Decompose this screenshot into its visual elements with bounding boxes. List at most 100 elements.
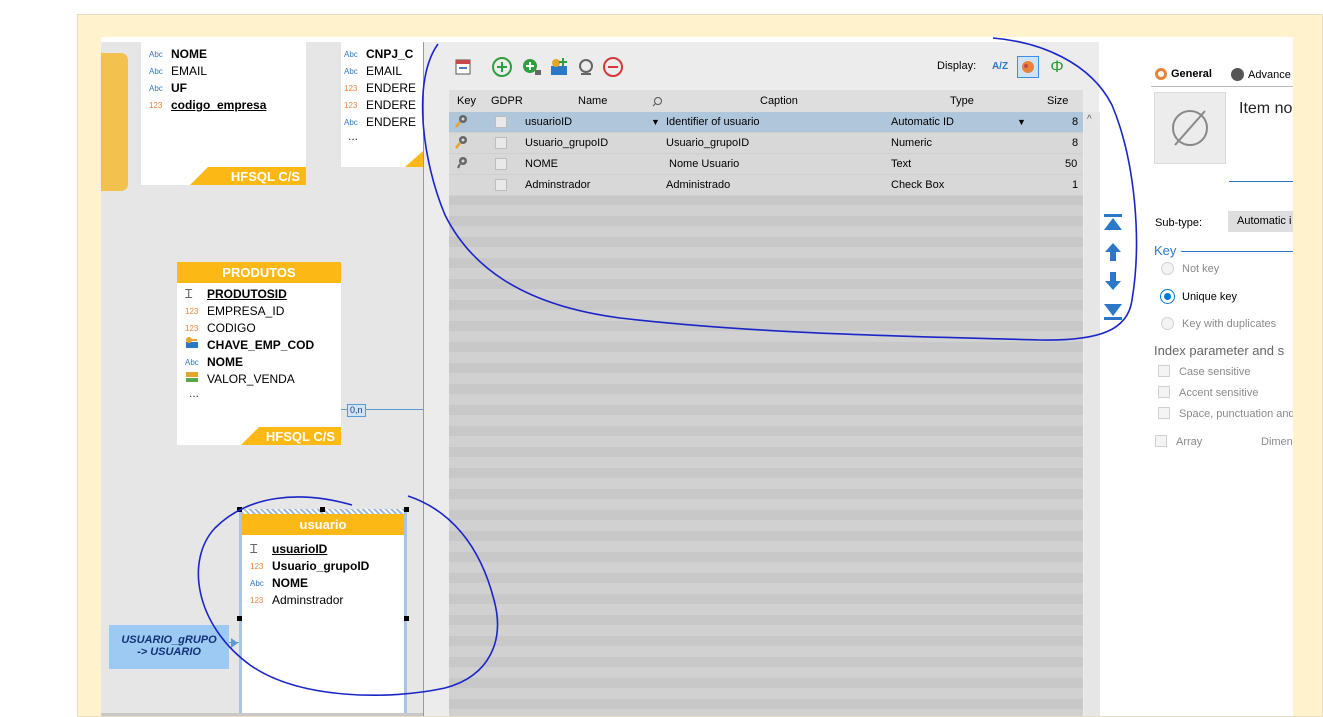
array-checkbox[interactable] [1155,435,1167,447]
move-first-icon[interactable] [1102,212,1124,234]
gdpr-checkbox[interactable] [495,137,507,149]
field-row[interactable]: 123 ENDERE [344,80,423,97]
cell-name[interactable]: Adminstrador [525,179,590,191]
move-down-icon[interactable] [1102,270,1124,292]
text-type-icon: Abc [344,50,358,59]
cell-caption[interactable]: Identifier of usuario [666,116,760,128]
table-empresa[interactable]: Abc NOME Abc EMAIL Abc UF 123 codigo_empresa… [141,42,306,185]
field-row[interactable]: Abc NOME [250,575,404,592]
horizontal-scrollbar[interactable] [101,713,423,716]
analysis-diagram[interactable]: Abc NOME Abc EMAIL Abc UF 123 codigo_empresa… [101,42,423,716]
cell-type[interactable]: Check Box [891,179,944,191]
field-row[interactable]: 123 Usuario_grupoID [250,558,404,575]
selection-handle[interactable] [320,507,325,512]
field-row[interactable]: Abc EMAIL [344,63,423,80]
add-key-icon[interactable] [548,56,570,78]
gdpr-checkbox[interactable] [495,179,507,191]
gdpr-checkbox[interactable] [495,158,507,170]
tab-general[interactable]: General [1155,68,1212,80]
cell-size[interactable]: 50 [1065,158,1077,170]
radio-key-duplicates[interactable] [1161,317,1174,330]
column-header-size[interactable]: Size [1047,95,1068,107]
cell-size[interactable]: 8 [1072,137,1078,149]
gdpr-checkbox[interactable] [495,116,507,128]
cell-name[interactable]: NOME [525,158,558,170]
cell-size[interactable]: 1 [1072,179,1078,191]
table-row[interactable]: NOME Nome Usuario Text 50 [449,154,1083,175]
cell-name[interactable]: Usuario_grupoID [525,137,608,149]
field-row[interactable]: 123 ENDERE [344,97,423,114]
tab-underline [1151,86,1293,87]
field-row[interactable]: 123 codigo_empresa [149,97,306,114]
field-row[interactable]: 123 CODIGO [185,320,341,337]
tab-advanced[interactable]: Advance [1231,68,1291,81]
field-row[interactable]: Abc NOME [185,354,341,371]
cell-type[interactable]: Automatic ID [891,116,954,128]
db-type-label: HFSQL C/S [230,169,300,184]
search-icon[interactable] [652,96,663,110]
checkbox-label: Accent sensitive [1179,387,1259,399]
chevron-down-icon[interactable]: ▼ [651,117,660,127]
text-type-icon: Abc [344,67,358,76]
subtype-select[interactable]: Automatic i [1228,211,1293,232]
add-items-icon[interactable] [521,56,543,78]
radio-label: Key with duplicates [1182,318,1277,330]
scroll-up-icon[interactable]: ^ [1087,114,1092,125]
remove-item-icon[interactable] [602,56,624,78]
grid-scrollbar[interactable]: ^ [1084,112,1100,716]
cell-type[interactable]: Numeric [891,137,932,149]
table-cliente[interactable]: Abc CNPJ_C Abc EMAIL 123 ENDERE 123 ENDERE A… [341,42,423,167]
selection-handle[interactable] [237,507,242,512]
move-up-icon[interactable] [1102,241,1124,263]
field-row[interactable]: Abc EMAIL [149,63,306,80]
field-row[interactable]: Abc CNPJ_C [344,46,423,63]
radio-not-key[interactable] [1161,262,1174,275]
field-row[interactable]: ᏆusuarioID [250,541,404,558]
cardinality-badge[interactable]: 0,n [347,404,366,417]
cell-caption[interactable]: Nome Usuario [669,158,739,170]
sort-az-icon[interactable]: A/Z [989,56,1011,78]
selection-handle[interactable] [404,507,409,512]
id-type-icon: Ꮖ [185,287,193,301]
chevron-down-icon[interactable]: ▼ [1017,117,1026,127]
accent-sensitive-checkbox[interactable] [1158,386,1170,398]
column-header-type[interactable]: Type [950,95,974,107]
field-row[interactable]: Abc UF [149,80,306,97]
radio-unique-key[interactable] [1161,290,1174,303]
cell-caption[interactable]: Administrado [666,179,730,191]
column-header-caption[interactable]: Caption [760,95,798,107]
column-header-name[interactable]: Name [578,95,607,107]
field-row[interactable]: CHAVE_EMP_COD [185,336,341,354]
search-item-icon[interactable] [575,56,597,78]
table-icon[interactable] [452,56,474,78]
space-punctuation-checkbox[interactable] [1158,407,1170,419]
case-sensitive-checkbox[interactable] [1158,365,1170,377]
cell-name[interactable]: usuarioID [525,116,572,128]
array-label: Array [1176,436,1203,448]
selection-handle[interactable] [237,616,242,621]
field-row[interactable]: VALOR_VENDA [185,371,341,388]
table-produtos[interactable]: PRODUTOS Ꮖ PRODUTOSID 123 EMPRESA_ID 123 CO… [177,262,341,445]
table-usuario[interactable]: usuario ᏆusuarioID 123 Usuario_grupoID Ab… [239,509,407,716]
column-header-gdpr[interactable]: GDPR [491,95,523,107]
add-item-icon[interactable] [491,56,513,78]
cell-caption[interactable]: Usuario_grupoID [666,137,749,149]
table-footer: HFSQL C/S [141,167,306,185]
empty-set-icon [1172,110,1208,146]
display-phi-icon[interactable]: Φ [1046,56,1068,78]
field-row[interactable]: Ꮖ PRODUTOSID [185,286,341,303]
table-row[interactable]: Usuario_grupoID Usuario_grupoID Numeric … [449,133,1083,154]
field-name: PRODUTOSID [207,287,287,301]
field-row[interactable]: 123 EMPRESA_ID [185,303,341,320]
column-header-key[interactable]: Key [457,95,476,107]
table-row[interactable]: usuarioID ▼ Identifier of usuario Automa… [449,112,1083,133]
selection-handle[interactable] [404,616,409,621]
field-row[interactable]: Abc NOME [149,46,306,63]
display-icons-icon[interactable] [1017,56,1039,78]
cell-type[interactable]: Text [891,158,911,170]
move-last-icon[interactable] [1102,300,1124,322]
cell-size[interactable]: 8 [1072,116,1078,128]
field-row[interactable]: 123 Adminstrador [250,592,404,609]
table-row[interactable]: Adminstrador Administrado Check Box 1 [449,175,1083,196]
relation-usuario-grupo[interactable]: USUARIO_gRUPO -> USUARIO [109,625,229,669]
